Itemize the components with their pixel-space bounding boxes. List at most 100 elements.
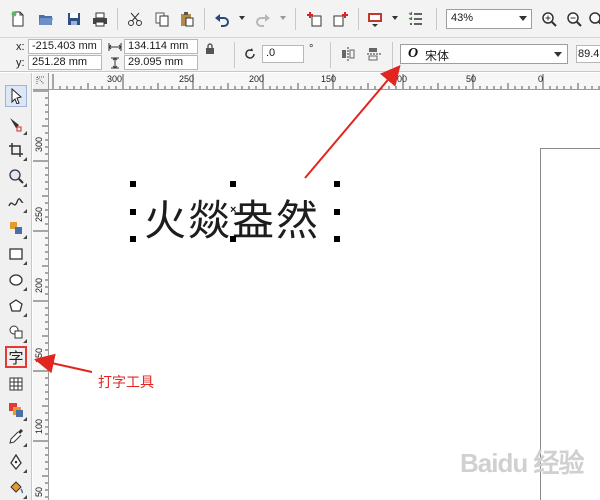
- font-family-value: 宋体: [425, 49, 450, 63]
- selection-handle-top-middle[interactable]: [230, 181, 236, 187]
- export-icon[interactable]: [331, 9, 351, 29]
- width-icon: [108, 43, 122, 51]
- zoom-options-icon[interactable]: [586, 9, 600, 29]
- pen-nib-icon: [10, 454, 22, 470]
- y-position-field[interactable]: 251.28 mm: [28, 55, 102, 70]
- height-icon: [111, 57, 119, 69]
- flyout-indicator: [23, 183, 27, 187]
- open-folder-icon[interactable]: [36, 9, 56, 29]
- selection-handle-bottom-middle[interactable]: [230, 236, 236, 242]
- ruler-v-label: 300: [34, 136, 44, 152]
- ruler-v-label: 150: [34, 347, 44, 363]
- options-icon[interactable]: [406, 9, 426, 29]
- text-tool[interactable]: 字: [5, 346, 27, 368]
- import-icon[interactable]: [304, 9, 324, 29]
- font-family-select[interactable]: O 宋体: [400, 44, 568, 64]
- shape-edit-icon: [10, 118, 22, 132]
- effects-icon: [9, 403, 23, 417]
- x-position-field[interactable]: -215.403 mm: [28, 39, 102, 54]
- save-icon[interactable]: [64, 9, 84, 29]
- flyout-indicator: [23, 339, 27, 343]
- zoom-tool[interactable]: [5, 165, 27, 187]
- cut-icon[interactable]: [125, 9, 145, 29]
- interactive-effects-tool[interactable]: [5, 399, 27, 421]
- flyout-indicator: [23, 209, 27, 213]
- chevron-down-icon: [519, 16, 527, 21]
- launcher-dropdown-icon[interactable]: [391, 12, 399, 24]
- shape-tool[interactable]: [5, 113, 27, 135]
- ruler-v-label: 200: [34, 277, 44, 293]
- width-field[interactable]: 134.114 mm: [124, 39, 198, 54]
- flyout-indicator: [23, 443, 27, 447]
- flyout-indicator: [23, 131, 27, 135]
- opentype-font-icon: O: [408, 46, 419, 61]
- crop-tool[interactable]: [5, 139, 27, 161]
- smart-fill-icon: [10, 222, 22, 234]
- ruler-h-label: 50: [466, 74, 477, 84]
- ruler-origin[interactable]: [33, 73, 49, 90]
- toolbar-separator: [234, 42, 235, 68]
- selection-handle-middle-right[interactable]: [334, 209, 340, 215]
- application-launcher-icon[interactable]: [365, 9, 385, 29]
- paint-bucket-icon: [10, 481, 24, 494]
- new-document-icon[interactable]: [8, 9, 28, 29]
- magnifier-icon: [9, 169, 24, 184]
- rotation-center-icon[interactable]: ×: [230, 205, 236, 216]
- ruler-origin-icon: [36, 76, 45, 85]
- rotate-icon: [245, 48, 255, 59]
- vertical-ruler[interactable]: 300 250 200 150 100 50: [33, 90, 49, 500]
- degree-unit: °: [309, 43, 314, 55]
- polygon-tool[interactable]: [5, 295, 27, 317]
- zoom-level-value: 43%: [451, 12, 474, 24]
- smart-fill-tool[interactable]: [5, 217, 27, 239]
- eyedropper-icon: [9, 429, 23, 444]
- ruler-v-label: 50: [34, 486, 44, 497]
- fill-tool[interactable]: [5, 477, 27, 499]
- selection-handle-top-right[interactable]: [334, 181, 340, 187]
- height-field[interactable]: 29.095 mm: [124, 55, 198, 70]
- selection-handle-top-left[interactable]: [130, 181, 136, 187]
- eyedropper-tool[interactable]: [5, 425, 27, 447]
- horizontal-ruler[interactable]: 300 250 200 150 100 50 0: [49, 73, 600, 90]
- pointer-icon: [11, 88, 23, 104]
- zoom-out-icon[interactable]: [564, 9, 584, 29]
- rectangle-tool[interactable]: [5, 243, 27, 265]
- annotation-label: 打字工具: [98, 375, 154, 391]
- mirror-horizontal-icon[interactable]: [340, 46, 356, 62]
- undo-dropdown-icon[interactable]: [238, 12, 246, 24]
- redo-dropdown-icon[interactable]: [279, 12, 287, 24]
- selection-handle-bottom-left[interactable]: [130, 236, 136, 242]
- toolbar-separator: [117, 8, 118, 30]
- redo-icon[interactable]: [253, 9, 273, 29]
- ellipse-icon: [9, 274, 23, 286]
- lock-ratio-icon[interactable]: [205, 43, 215, 55]
- table-tool[interactable]: [5, 373, 27, 395]
- basic-shapes-icon: [9, 325, 23, 339]
- pick-tool[interactable]: [5, 85, 27, 107]
- chevron-down-icon: [554, 52, 562, 57]
- zoom-level-select[interactable]: 43%: [446, 9, 532, 29]
- ellipse-tool[interactable]: [5, 269, 27, 291]
- freehand-tool[interactable]: [5, 191, 27, 213]
- outline-tool[interactable]: [5, 451, 27, 473]
- toolbar-separator: [295, 8, 296, 30]
- copy-icon[interactable]: [152, 9, 172, 29]
- paste-icon[interactable]: [177, 9, 197, 29]
- print-icon[interactable]: [90, 9, 110, 29]
- property-bar: x: -215.403 mm y: 251.28 mm 134.114 mm 2…: [0, 38, 600, 72]
- zoom-in-icon[interactable]: [539, 9, 559, 29]
- font-size-field[interactable]: 89.4: [576, 45, 600, 63]
- drawing-canvas[interactable]: 火燚盎然 × 打字工具 Baidu 经验: [50, 91, 600, 500]
- mirror-vertical-icon[interactable]: [366, 46, 382, 62]
- rotation-angle-field[interactable]: .0: [262, 45, 304, 63]
- undo-icon[interactable]: [212, 9, 232, 29]
- ruler-v-label: 250: [34, 206, 44, 222]
- toolbar-separator: [358, 8, 359, 30]
- page-boundary-top: [540, 148, 600, 149]
- selection-handle-bottom-right[interactable]: [334, 236, 340, 242]
- basic-shapes-tool[interactable]: [5, 321, 27, 343]
- standard-toolbar: 43%: [0, 0, 600, 38]
- selection-handle-middle-left[interactable]: [130, 209, 136, 215]
- polygon-icon: [9, 299, 23, 312]
- table-icon: [9, 377, 23, 391]
